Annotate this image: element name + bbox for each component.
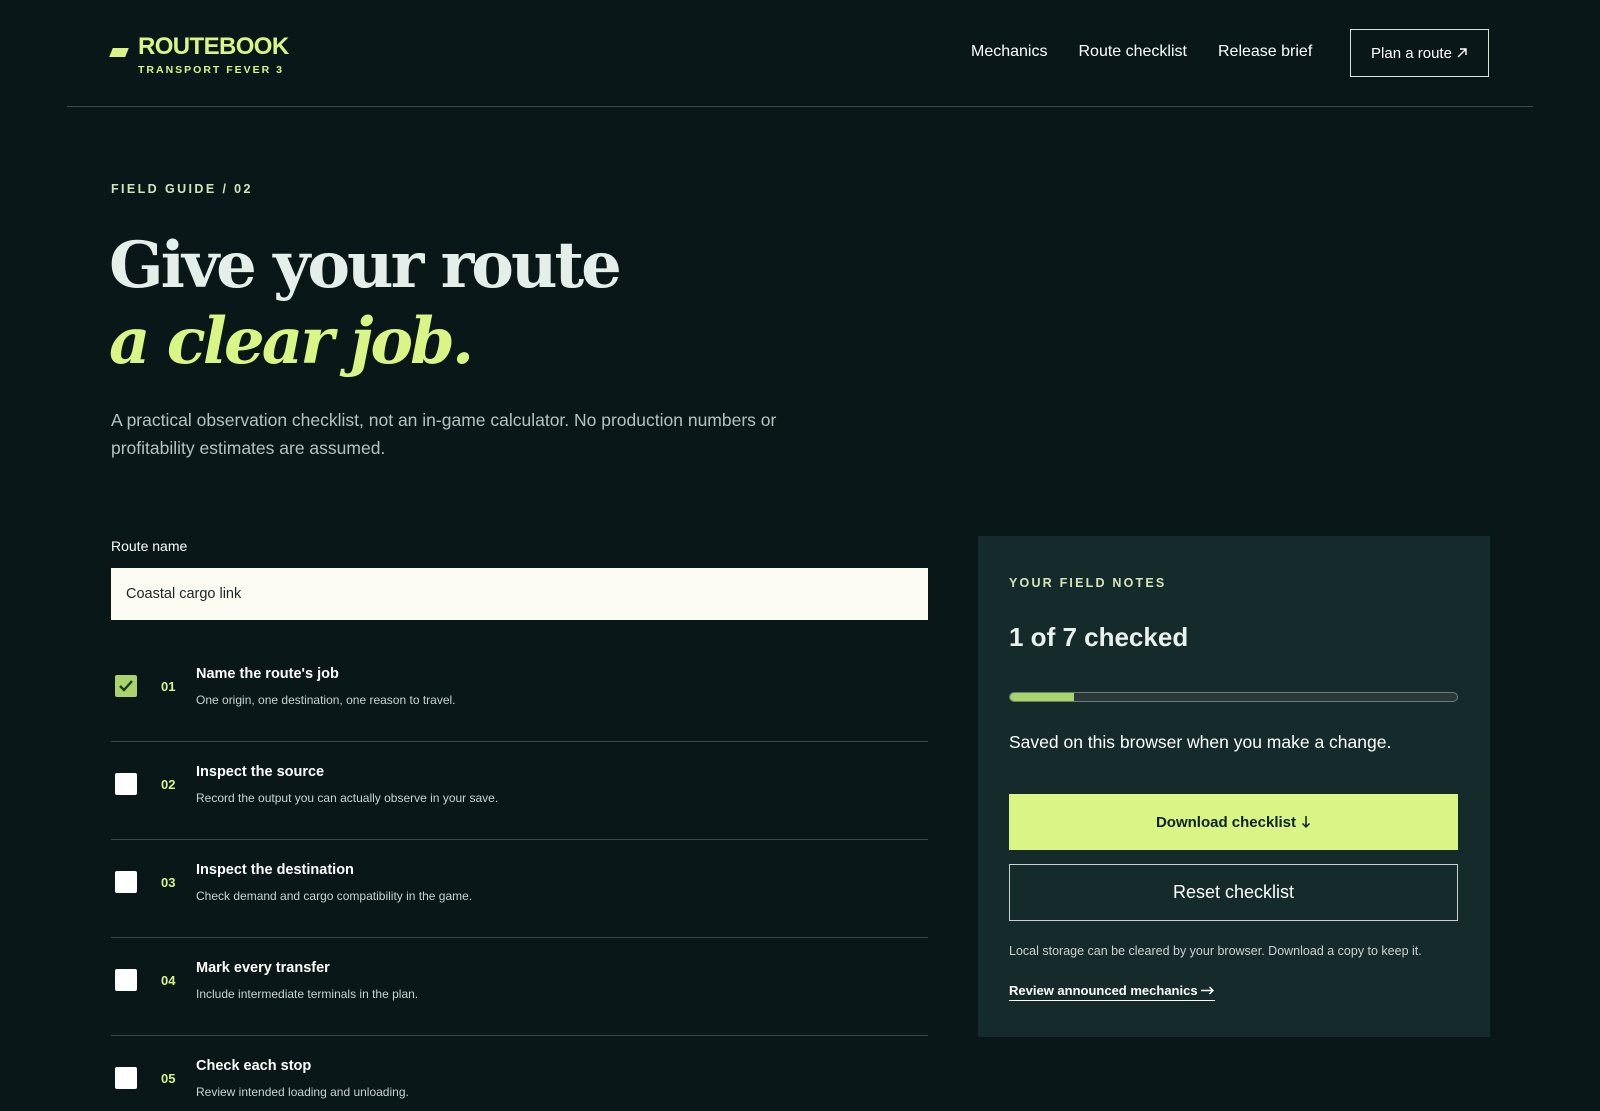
download-checklist-button[interactable]: Download checklist bbox=[1009, 794, 1458, 850]
page-title: Give your route a clear job. bbox=[109, 228, 622, 380]
checklist-checkbox[interactable] bbox=[115, 871, 137, 893]
arrow-right-icon bbox=[1201, 986, 1215, 995]
plan-route-label: Plan a route bbox=[1371, 44, 1452, 62]
progress-fill bbox=[1010, 693, 1074, 701]
route-checklist: 01 Name the route's job One origin, one … bbox=[111, 644, 928, 1111]
hero-eyebrow: FIELD GUIDE / 02 bbox=[111, 182, 253, 196]
reset-checklist-button[interactable]: Reset checklist bbox=[1009, 864, 1458, 921]
logo-mark-icon bbox=[109, 48, 129, 57]
checkmark-icon bbox=[119, 680, 133, 692]
checklist-title: Mark every transfer bbox=[196, 960, 330, 976]
checklist-item: 03 Inspect the destination Check demand … bbox=[111, 840, 928, 938]
review-mechanics-link[interactable]: Review announced mechanics bbox=[1009, 983, 1216, 1001]
checklist-title: Inspect the source bbox=[196, 764, 325, 780]
checklist-description: Record the output you can actually obser… bbox=[196, 791, 499, 805]
hero-lede: A practical observation checklist, not a… bbox=[111, 410, 777, 458]
field-notes-panel: YOUR FIELD NOTES 1 of 7 checked Saved on… bbox=[978, 536, 1490, 1037]
checklist-title: Inspect the destination bbox=[196, 862, 354, 878]
checklist-description: Review intended loading and unloading. bbox=[196, 1085, 409, 1099]
route-name-label: Route name bbox=[111, 538, 188, 554]
checklist-item: 02 Inspect the source Record the output … bbox=[111, 742, 928, 840]
brand-subtitle: TRANSPORT FEVER 3 bbox=[138, 64, 285, 76]
checklist-number: 03 bbox=[161, 875, 176, 890]
checklist-item: 05 Check each stop Review intended loadi… bbox=[111, 1036, 928, 1111]
arrow-up-right-icon bbox=[1457, 48, 1467, 58]
checklist-title: Check each stop bbox=[196, 1058, 312, 1074]
checklist-number: 04 bbox=[161, 973, 176, 988]
save-status: Saved on this browser when you make a ch… bbox=[1009, 732, 1392, 752]
checklist-description: Include intermediate terminals in the pl… bbox=[196, 987, 419, 1001]
nav-item-release-brief[interactable]: Release brief bbox=[1218, 43, 1312, 61]
checklist-checkbox[interactable] bbox=[115, 675, 137, 697]
checklist-number: 02 bbox=[161, 777, 176, 792]
checklist-number: 01 bbox=[161, 679, 176, 694]
storage-note: Local storage can be cleared by your bro… bbox=[1009, 944, 1422, 958]
main-nav: Mechanics Route checklist Release brief bbox=[971, 43, 1312, 61]
nav-item-route-checklist[interactable]: Route checklist bbox=[1078, 43, 1187, 61]
site-header: ROUTEBOOK TRANSPORT FEVER 3 Mechanics Ro… bbox=[67, 0, 1533, 107]
checklist-checkbox[interactable] bbox=[115, 969, 137, 991]
checklist-description: One origin, one destination, one reason … bbox=[196, 693, 456, 707]
arrow-down-icon bbox=[1301, 816, 1311, 829]
progress-bar bbox=[1009, 692, 1458, 702]
checklist-title: Name the route's job bbox=[196, 666, 339, 682]
checklist-checkbox[interactable] bbox=[115, 1067, 137, 1089]
checklist-item: 01 Name the route's job One origin, one … bbox=[111, 644, 928, 742]
plan-route-button[interactable]: Plan a route bbox=[1350, 29, 1489, 77]
brand-name: ROUTEBOOK bbox=[138, 33, 289, 60]
checklist-number: 05 bbox=[161, 1071, 176, 1086]
nav-item-mechanics[interactable]: Mechanics bbox=[971, 43, 1047, 61]
checklist-item: 04 Mark every transfer Include intermedi… bbox=[111, 938, 928, 1036]
page: ROUTEBOOK TRANSPORT FEVER 3 Mechanics Ro… bbox=[0, 0, 1600, 1111]
panel-eyebrow: YOUR FIELD NOTES bbox=[1009, 576, 1167, 590]
checklist-checkbox[interactable] bbox=[115, 773, 137, 795]
headline-line-1: Give your route bbox=[109, 228, 622, 303]
checked-count: 1 of 7 checked bbox=[1009, 622, 1189, 652]
headline-line-2: a clear job. bbox=[109, 304, 474, 379]
review-mechanics-label: Review announced mechanics bbox=[1009, 983, 1198, 998]
route-name-input[interactable] bbox=[111, 568, 928, 620]
download-label: Download checklist bbox=[1155, 813, 1297, 831]
checklist-description: Check demand and cargo compatibility in … bbox=[196, 889, 473, 903]
